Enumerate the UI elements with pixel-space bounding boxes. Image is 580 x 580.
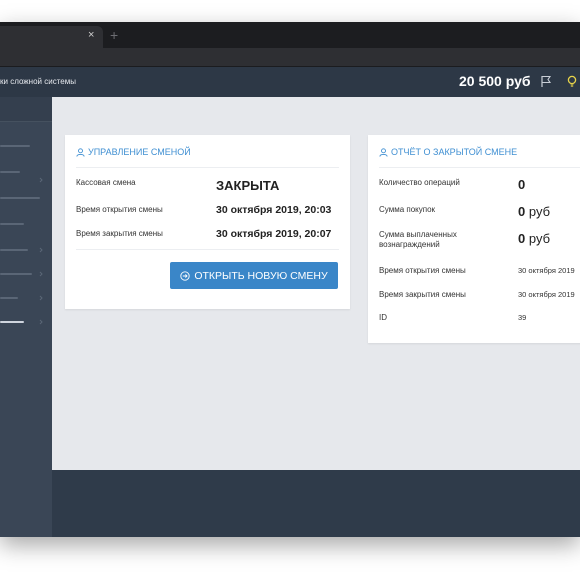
- chevron-right-icon[interactable]: [38, 319, 44, 325]
- rewards-sum-value: 0 руб: [518, 231, 551, 246]
- shift-status-label: Кассовая смена: [76, 178, 136, 187]
- report-open-time-label: Время открытия смены: [379, 266, 466, 275]
- browser-toolbar: [0, 48, 580, 67]
- new-tab-icon[interactable]: +: [110, 28, 118, 42]
- sidebar-item[interactable]: [0, 145, 30, 147]
- footer-area: [52, 470, 580, 537]
- sidebar: [0, 97, 52, 537]
- closed-shift-report-title: ОТЧЁТ О ЗАКРЫТОЙ СМЕНЕ: [391, 147, 518, 157]
- chevron-right-icon[interactable]: [38, 295, 44, 301]
- open-time-label: Время открытия смены: [76, 205, 163, 214]
- rewards-sum-label: Сумма выплаченных вознаграждений: [379, 230, 457, 249]
- browser-tab[interactable]: ×: [0, 26, 103, 48]
- divider: [379, 167, 580, 168]
- report-id-value: 39: [518, 313, 527, 322]
- close-tab-icon[interactable]: ×: [88, 29, 94, 41]
- close-time-label: Время закрытия смены: [76, 229, 163, 238]
- purchases-sum-value: 0 руб: [518, 204, 551, 219]
- browser-window: × + ки сложной системы 20 500 руб УПРАВЛ…: [0, 22, 580, 537]
- app-title: ки сложной системы: [0, 77, 76, 86]
- flag-icon[interactable]: [540, 75, 552, 88]
- operations-count-label: Количество операций: [379, 178, 460, 187]
- card-title: ОТЧЁТ О ЗАКРЫТОЙ СМЕНЕ: [379, 147, 517, 157]
- browser-tab-bar: × +: [0, 22, 580, 48]
- operations-count-value: 0: [518, 177, 526, 192]
- sidebar-item[interactable]: [0, 297, 18, 299]
- divider: [76, 249, 339, 250]
- bulb-icon[interactable]: [567, 75, 577, 89]
- sidebar-item[interactable]: [0, 273, 32, 275]
- balance-display: 20 500 руб: [459, 73, 531, 89]
- close-time-value: 30 октября 2019, 20:07: [216, 228, 332, 240]
- shift-status-value: ЗАКРЫТА: [216, 178, 280, 193]
- report-open-time-value: 30 октября 2019: [518, 266, 575, 275]
- report-close-time-value: 30 октября 2019: [518, 290, 575, 299]
- sidebar-item[interactable]: [0, 171, 20, 173]
- sidebar-item[interactable]: [0, 249, 28, 251]
- arrow-right-circle-icon: [180, 270, 190, 281]
- report-close-time-label: Время закрытия смены: [379, 290, 466, 299]
- closed-shift-report-card: ОТЧЁТ О ЗАКРЫТОЙ СМЕНЕ Количество операц…: [368, 135, 580, 343]
- open-new-shift-button[interactable]: ОТКРЫТЬ НОВУЮ СМЕНУ: [170, 262, 338, 289]
- chevron-right-icon[interactable]: [38, 271, 44, 277]
- sidebar-item[interactable]: [0, 197, 40, 199]
- report-id-label: ID: [379, 313, 387, 322]
- shift-management-title: УПРАВЛЕНИЕ СМЕНОЙ: [88, 147, 191, 157]
- open-time-value: 30 октября 2019, 20:03: [216, 204, 332, 216]
- user-icon: [76, 147, 85, 157]
- shift-management-card: УПРАВЛЕНИЕ СМЕНОЙ Кассовая смена ЗАКРЫТА…: [65, 135, 350, 309]
- chevron-right-icon[interactable]: [38, 177, 44, 183]
- app-header: ки сложной системы 20 500 руб: [0, 67, 580, 97]
- sidebar-item-active[interactable]: [0, 321, 24, 323]
- chevron-right-icon[interactable]: [38, 247, 44, 253]
- purchases-sum-label: Сумма покупок: [379, 205, 436, 214]
- sidebar-header: [0, 97, 52, 122]
- card-title: УПРАВЛЕНИЕ СМЕНОЙ: [76, 147, 191, 157]
- divider: [76, 167, 339, 168]
- open-new-shift-label: ОТКРЫТЬ НОВУЮ СМЕНУ: [194, 269, 328, 282]
- sidebar-item[interactable]: [0, 223, 24, 225]
- main-content: УПРАВЛЕНИЕ СМЕНОЙ Кассовая смена ЗАКРЫТА…: [52, 97, 580, 470]
- user-icon: [379, 147, 388, 157]
